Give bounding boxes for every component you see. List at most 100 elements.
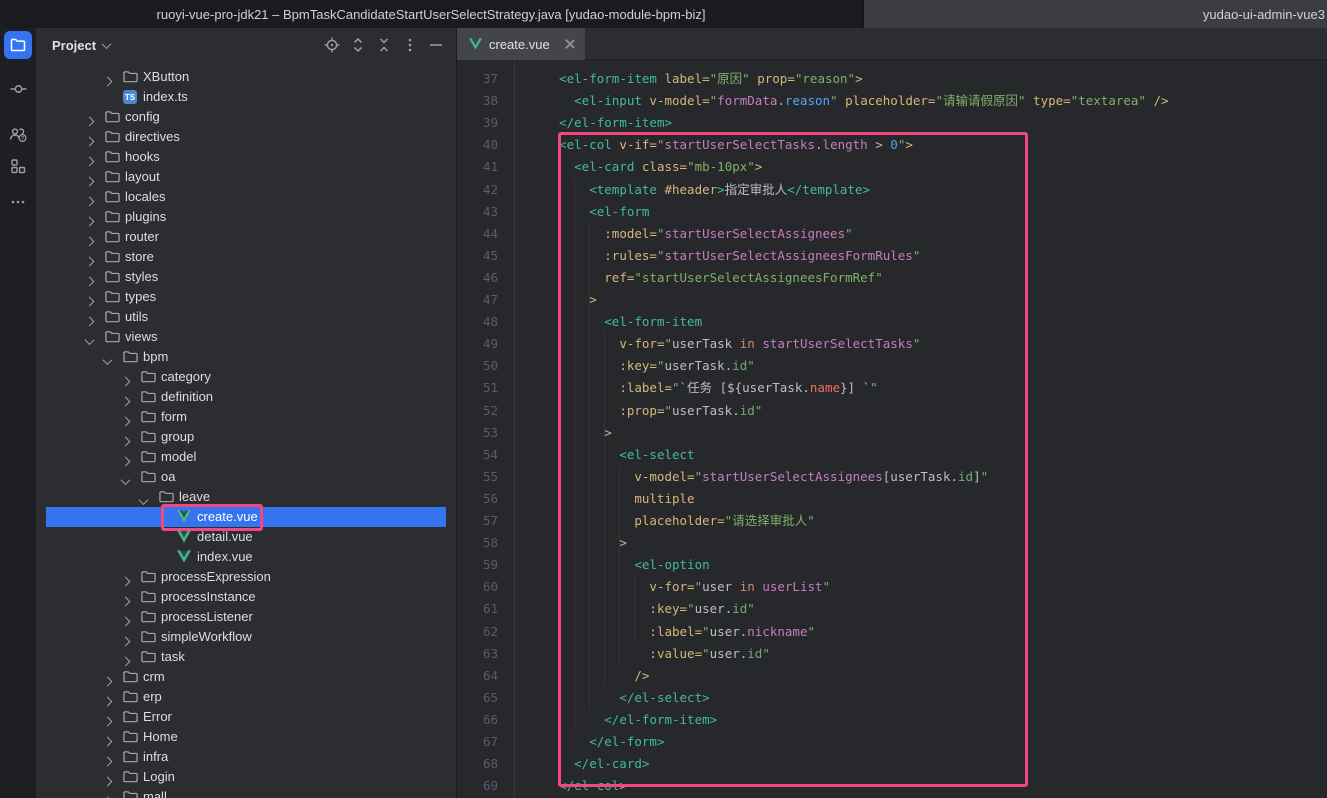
tab-create-vue[interactable]: create.vue xyxy=(457,28,585,60)
code-line-52[interactable]: :prop="userTask.id" xyxy=(529,400,762,422)
commit-tool-button[interactable] xyxy=(4,75,32,103)
code-line-40[interactable]: <el-col v-if="startUserSelectTasks.lengt… xyxy=(529,134,913,156)
tree-item-form[interactable]: form xyxy=(36,407,456,427)
chevron-collapsed-icon[interactable] xyxy=(86,213,93,228)
tree-item-index-ts[interactable]: TSindex.ts xyxy=(36,87,456,107)
code-line-50[interactable]: :key="userTask.id" xyxy=(529,355,755,377)
chevron-collapsed-icon[interactable] xyxy=(86,133,93,148)
tree-item-processListener[interactable]: processListener xyxy=(36,607,456,627)
code-line-67[interactable]: </el-form> xyxy=(529,731,664,753)
chevron-collapsed-icon[interactable] xyxy=(122,653,129,668)
code-line-61[interactable]: :key="user.id" xyxy=(529,598,755,620)
chevron-collapsed-icon[interactable] xyxy=(122,433,129,448)
chevron-collapsed-icon[interactable] xyxy=(86,153,93,168)
secondary-window-title[interactable]: yudao-ui-admin-vue3 xyxy=(862,0,1327,28)
tree-item-oa[interactable]: oa xyxy=(36,467,456,487)
tree-item-hooks[interactable]: hooks xyxy=(36,147,456,167)
tree-item-plugins[interactable]: plugins xyxy=(36,207,456,227)
chevron-collapsed-icon[interactable] xyxy=(122,593,129,608)
tree-item-styles[interactable]: styles xyxy=(36,267,456,287)
tree-item-crm[interactable]: crm xyxy=(36,667,456,687)
chevron-collapsed-icon[interactable] xyxy=(86,253,93,268)
chevron-collapsed-icon[interactable] xyxy=(86,313,93,328)
tree-item-locales[interactable]: locales xyxy=(36,187,456,207)
tree-item-create-vue[interactable]: create.vue xyxy=(36,507,456,527)
chevron-collapsed-icon[interactable] xyxy=(86,193,93,208)
chevron-collapsed-icon[interactable] xyxy=(104,753,111,768)
code-line-39[interactable]: </el-form-item> xyxy=(529,112,672,134)
code-area[interactable]: 3738394041424344454647484950515253545556… xyxy=(457,60,1327,798)
chevron-collapsed-icon[interactable] xyxy=(122,413,129,428)
code-line-51[interactable]: :label="`任务 [${userTask.name}] `" xyxy=(529,377,878,399)
chevron-collapsed-icon[interactable] xyxy=(86,113,93,128)
chevron-expanded-icon[interactable] xyxy=(140,493,147,508)
chevron-collapsed-icon[interactable] xyxy=(104,773,111,788)
tree-item-XButton[interactable]: XButton xyxy=(36,67,456,87)
chevron-expanded-icon[interactable] xyxy=(122,473,129,488)
chevron-collapsed-icon[interactable] xyxy=(122,633,129,648)
chevron-collapsed-icon[interactable] xyxy=(104,713,111,728)
chevron-collapsed-icon[interactable] xyxy=(104,733,111,748)
tree-item-category[interactable]: category xyxy=(36,367,456,387)
tree-item-infra[interactable]: infra xyxy=(36,747,456,767)
code-line-37[interactable]: <el-form-item label="原因" prop="reason"> xyxy=(529,68,863,90)
code-line-69[interactable]: </el-col> xyxy=(529,775,627,797)
chevron-collapsed-icon[interactable] xyxy=(104,673,111,688)
code-line-56[interactable]: multiple xyxy=(529,488,695,510)
tree-item-config[interactable]: config xyxy=(36,107,456,127)
chevron-collapsed-icon[interactable] xyxy=(122,573,129,588)
chevron-collapsed-icon[interactable] xyxy=(104,73,111,88)
tree-item-detail-vue[interactable]: detail.vue xyxy=(36,527,456,547)
tree-item-views[interactable]: views xyxy=(36,327,456,347)
tree-item-erp[interactable]: erp xyxy=(36,687,456,707)
code-line-49[interactable]: v-for="userTask in startUserSelectTasks" xyxy=(529,333,920,355)
code-line-65[interactable]: </el-select> xyxy=(529,687,710,709)
chevron-expanded-icon[interactable] xyxy=(86,333,93,348)
code-line-41[interactable]: <el-card class="mb-10px"> xyxy=(529,156,762,178)
chevron-collapsed-icon[interactable] xyxy=(122,393,129,408)
chevron-collapsed-icon[interactable] xyxy=(122,453,129,468)
code-line-38[interactable]: <el-input v-model="formData.reason" plac… xyxy=(529,90,1169,112)
project-tool-button[interactable] xyxy=(4,31,32,59)
chevron-collapsed-icon[interactable] xyxy=(86,173,93,188)
code-line-58[interactable]: > xyxy=(529,532,627,554)
code-line-57[interactable]: placeholder="请选择审批人" xyxy=(529,510,815,532)
chevron-collapsed-icon[interactable] xyxy=(86,233,93,248)
tree-item-directives[interactable]: directives xyxy=(36,127,456,147)
code-line-47[interactable]: > xyxy=(529,289,597,311)
code-line-45[interactable]: :rules="startUserSelectAssigneesFormRule… xyxy=(529,245,920,267)
chevron-collapsed-icon[interactable] xyxy=(122,613,129,628)
code-line-48[interactable]: <el-form-item xyxy=(529,311,702,333)
tree-item-Error[interactable]: Error xyxy=(36,707,456,727)
code-line-46[interactable]: ref="startUserSelectAssigneesFormRef" xyxy=(529,267,883,289)
code-line-66[interactable]: </el-form-item> xyxy=(529,709,717,731)
tree-item-group[interactable]: group xyxy=(36,427,456,447)
tree-item-router[interactable]: router xyxy=(36,227,456,247)
code-line-68[interactable]: </el-card> xyxy=(529,753,649,775)
tree-item-bpm[interactable]: bpm xyxy=(36,347,456,367)
tree-item-index-vue[interactable]: index.vue xyxy=(36,547,456,567)
chevron-expanded-icon[interactable] xyxy=(104,353,111,368)
chevron-collapsed-icon[interactable] xyxy=(122,373,129,388)
tree-item-processExpression[interactable]: processExpression xyxy=(36,567,456,587)
tree-item-store[interactable]: store xyxy=(36,247,456,267)
tree-item-types[interactable]: types xyxy=(36,287,456,307)
chevron-collapsed-icon[interactable] xyxy=(86,293,93,308)
chevron-collapsed-icon[interactable] xyxy=(104,793,111,798)
tree-item-definition[interactable]: definition xyxy=(36,387,456,407)
code-line-44[interactable]: :model="startUserSelectAssignees" xyxy=(529,223,853,245)
tree-item-Login[interactable]: Login xyxy=(36,767,456,787)
tree-item-layout[interactable]: layout xyxy=(36,167,456,187)
code-line-54[interactable]: <el-select xyxy=(529,444,695,466)
code-line-62[interactable]: :label="user.nickname" xyxy=(529,621,815,643)
tree-item-mall[interactable]: mall xyxy=(36,787,456,798)
code-line-55[interactable]: v-model="startUserSelectAssignees[userTa… xyxy=(529,466,988,488)
tree-item-leave[interactable]: leave xyxy=(36,487,456,507)
tree-item-simpleWorkflow[interactable]: simpleWorkflow xyxy=(36,627,456,647)
tree-item-utils[interactable]: utils xyxy=(36,307,456,327)
tree-item-processInstance[interactable]: processInstance xyxy=(36,587,456,607)
code-line-42[interactable]: <template #header>指定审批人</template> xyxy=(529,179,870,201)
code-line-63[interactable]: :value="user.id" xyxy=(529,643,770,665)
code-line-43[interactable]: <el-form xyxy=(529,201,649,223)
structure-tool-button[interactable] xyxy=(4,152,32,180)
